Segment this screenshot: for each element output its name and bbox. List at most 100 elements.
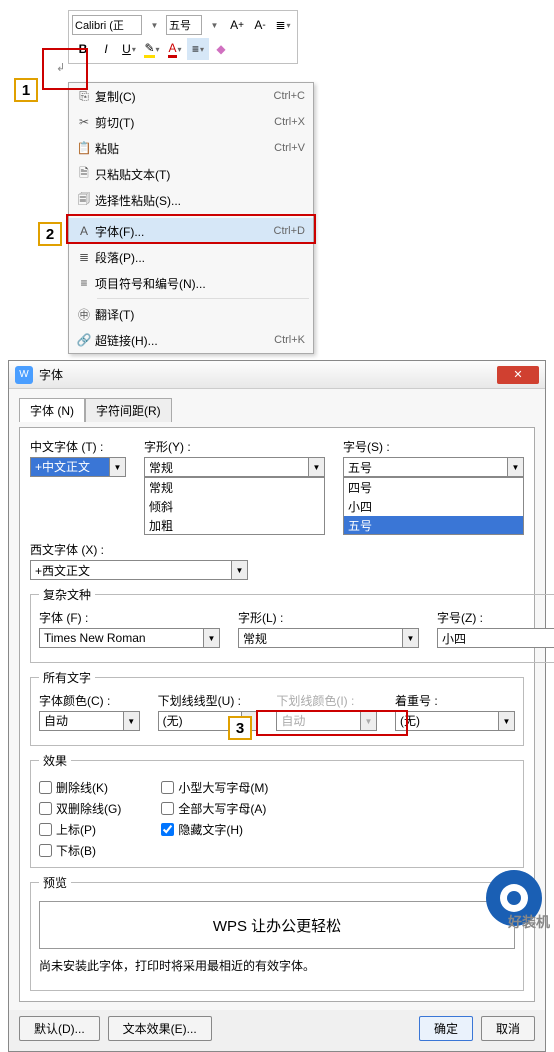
font-size-select[interactable] [166, 15, 202, 35]
preview-box: WPS 让办公更轻松 [39, 901, 515, 949]
font-name-select[interactable] [72, 15, 142, 35]
shrink-font-icon[interactable]: A- [249, 14, 271, 36]
color-combo[interactable]: 自动 [39, 711, 124, 731]
menu-label: 翻译(T) [95, 306, 305, 323]
italic-button[interactable]: I [95, 38, 117, 60]
watermark-text: 好装机 [508, 912, 550, 932]
style-label: 字形(Y) : [144, 438, 325, 455]
checkbox-上标(P)[interactable]: 上标(P) [39, 821, 121, 838]
checkbox-input[interactable] [39, 844, 52, 857]
list-item[interactable]: 四号 [344, 478, 523, 497]
chevron-down-icon[interactable]: ▼ [204, 628, 220, 648]
chevron-down-icon[interactable]: ▼ [508, 457, 524, 477]
font-color-button[interactable]: A▾ [164, 38, 186, 60]
text-effect-button[interactable]: 文本效果(E)... [108, 1016, 212, 1041]
en-font-combo[interactable] [30, 560, 232, 580]
checkbox-input[interactable] [161, 802, 174, 815]
list-item[interactable]: 加粗 [145, 516, 324, 535]
menu-item[interactable]: ≣段落(P)... [69, 244, 313, 270]
en-font-label: 西文字体 (X) : [30, 541, 248, 558]
menu-icon: 🗐 [73, 190, 95, 211]
complex-legend: 复杂文种 [39, 586, 95, 603]
tab-spacing[interactable]: 字符间距(R) [85, 398, 172, 422]
menu-label: 选择性粘贴(S)... [95, 192, 305, 209]
chevron-down-icon[interactable]: ▼ [499, 711, 515, 731]
chevron-down-icon[interactable]: ▼ [110, 457, 126, 477]
menu-item[interactable]: ⎘复制(C)Ctrl+C [69, 83, 313, 109]
cn-font-label: 中文字体 (T) : [30, 438, 126, 455]
complex-size-label: 字号(Z) : [437, 609, 554, 626]
ok-button[interactable]: 确定 [419, 1016, 473, 1041]
highlight-box-2 [66, 214, 316, 244]
emphasis-combo[interactable]: (无) [395, 711, 499, 731]
list-item[interactable]: 小四 [344, 497, 523, 516]
complex-script-group: 复杂文种 字体 (F) : ▼ 字形(L) : ▼ 字号(Z) : ▼ [30, 586, 554, 663]
checkbox-小型大写字母(M)[interactable]: 小型大写字母(M) [161, 779, 268, 796]
default-button[interactable]: 默认(D)... [19, 1016, 100, 1041]
effects-group: 效果 删除线(K) 双删除线(G) 上标(P) 下标(B) 小型大写字母(M) … [30, 752, 524, 868]
style-combo[interactable] [144, 457, 309, 477]
menu-label: 剪切(T) [95, 114, 274, 131]
highlight-button[interactable]: ✎▾ [141, 38, 163, 60]
list-item[interactable]: 常规 [145, 478, 324, 497]
size-label: 字号(S) : [343, 438, 524, 455]
underline-button[interactable]: U▾ [118, 38, 140, 60]
tab-font[interactable]: 字体 (N) [19, 398, 85, 422]
style-list[interactable]: 常规倾斜加粗 [144, 477, 325, 535]
complex-font-combo[interactable] [39, 628, 204, 648]
checkbox-input[interactable] [39, 781, 52, 794]
checkbox-input[interactable] [161, 823, 174, 836]
size-list[interactable]: 四号小四五号 [343, 477, 524, 535]
checkbox-删除线(K)[interactable]: 删除线(K) [39, 779, 121, 796]
checkbox-双删除线(G)[interactable]: 双删除线(G) [39, 800, 121, 817]
chevron-down-icon[interactable]: ▼ [232, 560, 248, 580]
menu-item[interactable]: ≡项目符号和编号(N)... [69, 270, 313, 296]
highlight-box-1 [42, 48, 88, 90]
menu-icon: ✂ [73, 115, 95, 129]
menu-item[interactable]: 🔗超链接(H)...Ctrl+K [69, 327, 313, 353]
eraser-icon[interactable]: ◆ [210, 38, 232, 60]
chevron-down-icon[interactable]: ▼ [309, 457, 325, 477]
dialog-titlebar[interactable]: W 字体 ✕ [9, 361, 545, 389]
menu-item[interactable]: 🗎只粘贴文本(T) [69, 161, 313, 187]
list-item[interactable]: 倾斜 [145, 497, 324, 516]
menu-icon: ⎘ [73, 89, 95, 104]
step-marker-2: 2 [38, 222, 62, 246]
chevron-down-icon[interactable]: ▼ [124, 711, 140, 731]
menu-item[interactable]: 🗐选择性粘贴(S)... [69, 187, 313, 213]
complex-font-label: 字体 (F) : [39, 609, 220, 626]
cn-font-combo[interactable]: +中文正文 [30, 457, 110, 477]
chevron-down-icon[interactable]: ▼ [403, 628, 419, 648]
checkbox-input[interactable] [39, 802, 52, 815]
app-icon: W [15, 366, 33, 384]
close-button[interactable]: ✕ [497, 366, 539, 384]
menu-label: 粘贴 [95, 140, 274, 157]
menu-item[interactable]: ✂剪切(T)Ctrl+X [69, 109, 313, 135]
checkbox-下标(B)[interactable]: 下标(B) [39, 842, 121, 859]
menu-icon: 🗎 [73, 164, 95, 185]
checkbox-全部大写字母(A)[interactable]: 全部大写字母(A) [161, 800, 268, 817]
step-marker-3: 3 [228, 716, 252, 740]
menu-item[interactable]: ㊥翻译(T) [69, 301, 313, 327]
menu-item[interactable]: 📋粘贴Ctrl+V [69, 135, 313, 161]
cancel-button[interactable]: 取消 [481, 1016, 535, 1041]
menu-label: 超链接(H)... [95, 332, 274, 349]
size-combo[interactable] [343, 457, 508, 477]
complex-style-label: 字形(L) : [238, 609, 419, 626]
checkbox-隐藏文字(H)[interactable]: 隐藏文字(H) [161, 821, 268, 838]
complex-style-combo[interactable] [238, 628, 403, 648]
checkbox-input[interactable] [161, 781, 174, 794]
font-size-dd[interactable]: ▼ [203, 14, 225, 36]
list-item[interactable]: 五号 [344, 516, 523, 535]
checkbox-input[interactable] [39, 823, 52, 836]
font-name-dd[interactable]: ▼ [143, 14, 165, 36]
align-button[interactable]: ≡▾ [187, 38, 209, 60]
menu-icon: ㊥ [73, 306, 95, 323]
menu-icon: 📋 [73, 141, 95, 155]
menu-shortcut: Ctrl+V [274, 142, 305, 154]
grow-font-icon[interactable]: A+ [226, 14, 248, 36]
complex-size-combo[interactable] [437, 628, 554, 648]
menu-shortcut: Ctrl+C [274, 90, 305, 102]
step-marker-1: 1 [14, 78, 38, 102]
line-spacing-icon[interactable]: ≣▾ [272, 14, 294, 36]
